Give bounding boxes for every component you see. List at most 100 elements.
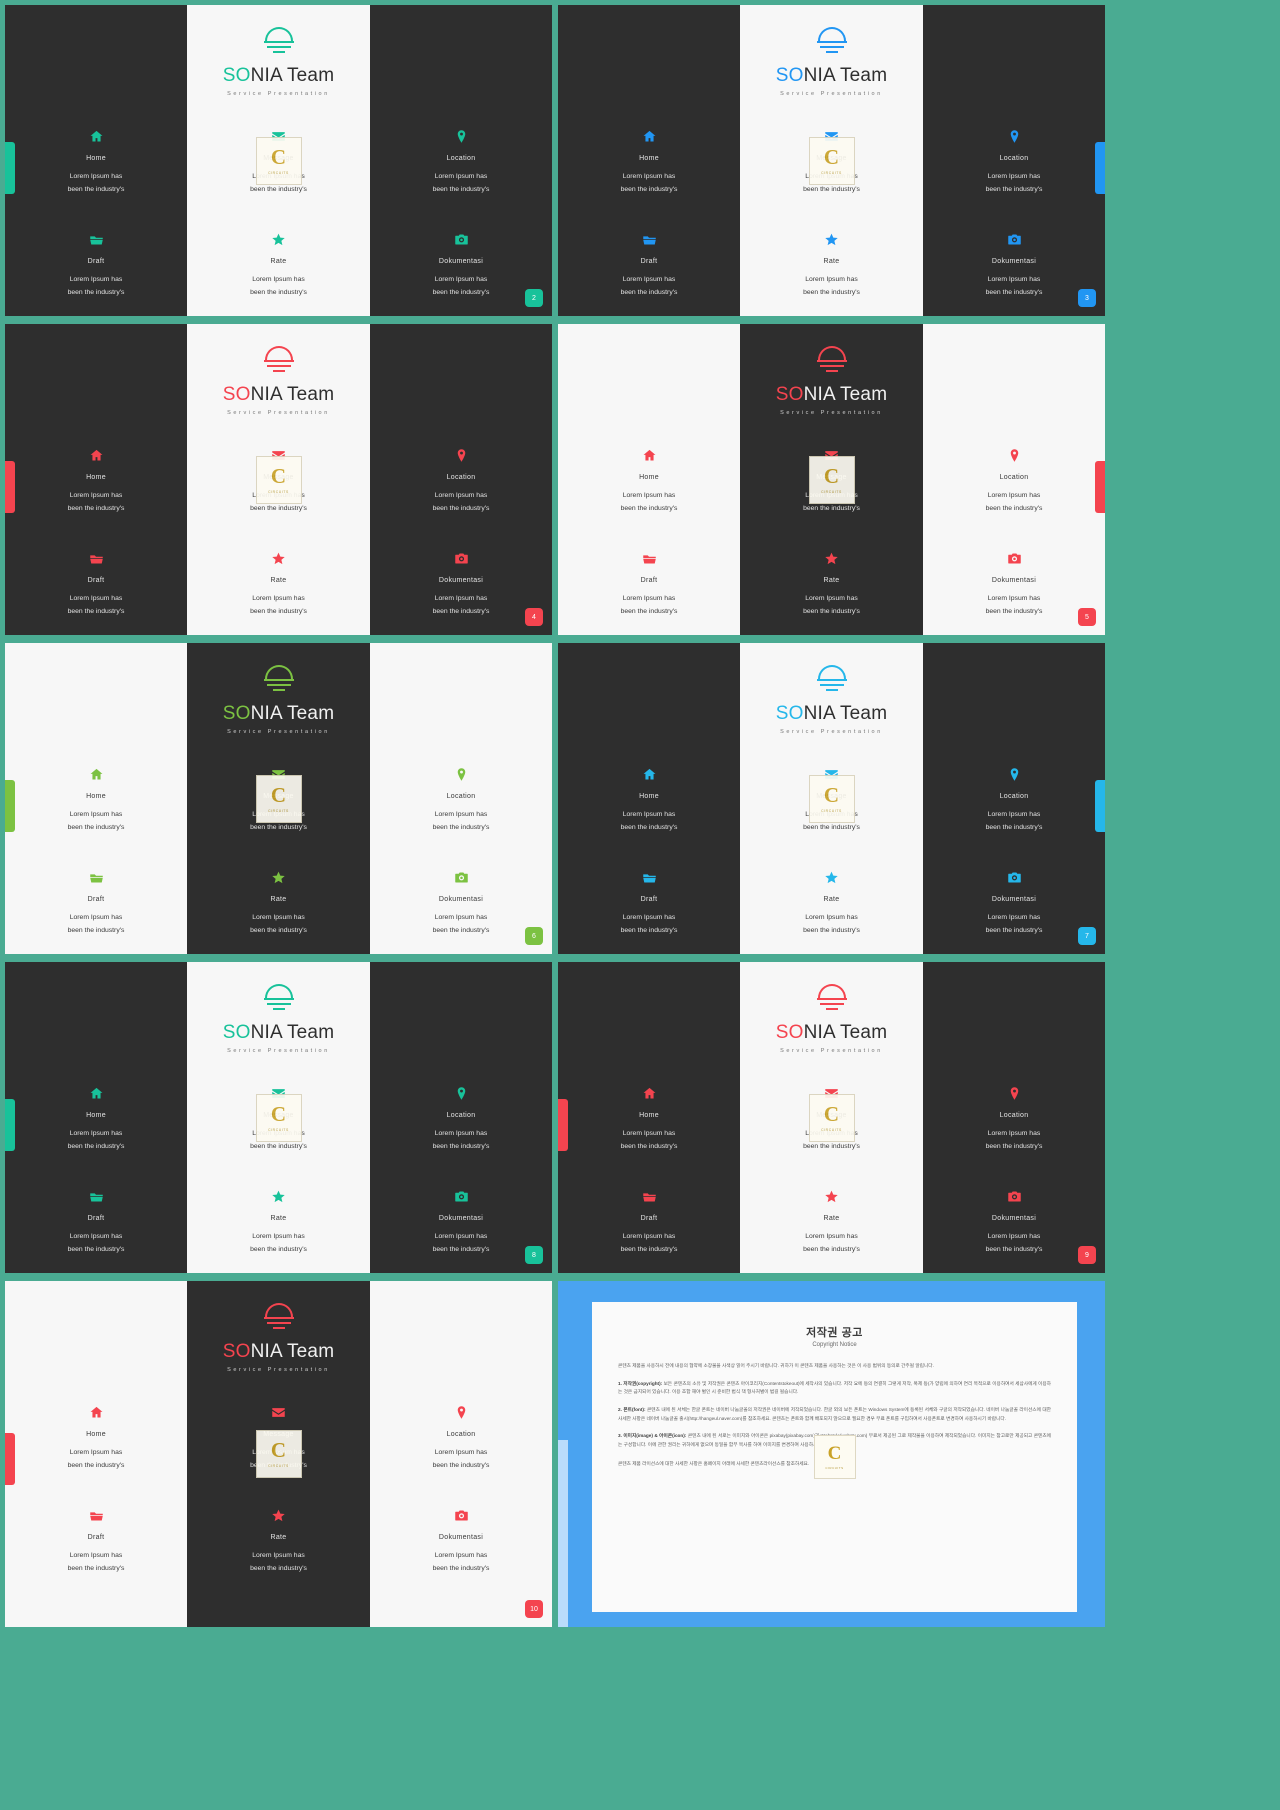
slide-number-badge[interactable]: 7: [1078, 927, 1096, 945]
map-pin-icon: [933, 1086, 1095, 1103]
brand-name-rest: NIA Team: [250, 1341, 335, 1362]
star-icon: [750, 551, 913, 568]
slide-number-badge[interactable]: 8: [525, 1246, 543, 1264]
envelope-icon: [197, 1086, 360, 1103]
feature-body-line2: been the industry's: [250, 607, 307, 615]
feature-list-left: Home Lorem Ipsum has been the industry's Dr…: [5, 1399, 187, 1621]
feature-body-line2: been the industry's: [432, 504, 490, 512]
feature-body-line2: been the industry's: [620, 185, 678, 193]
slide-10[interactable]: Home Lorem Ipsum has been the industry's Dr…: [5, 1281, 552, 1627]
feature-list-center: Message Lorem Ipsum has been the industry'…: [740, 1080, 923, 1267]
feature-body-line2: been the industry's: [620, 288, 678, 296]
feature-body-line1: Lorem Ipsum has: [69, 1130, 123, 1137]
home-icon: [15, 1405, 177, 1422]
slide-number-badge[interactable]: 4: [525, 608, 543, 626]
copyright-intro: 콘텐츠 제품을 사용하시 전에 내용의 협약에 소장물을 사색상 읽어 주시기 …: [618, 1363, 934, 1368]
envelope-icon: [197, 129, 360, 146]
camera-icon: [380, 232, 542, 249]
slide-number-badge[interactable]: 2: [525, 289, 543, 307]
slide-number-badge[interactable]: 5: [1078, 608, 1096, 626]
feature-draft: Draft Lorem Ipsum has been the industry's: [558, 1189, 740, 1256]
accent-tab: [1095, 779, 1105, 832]
map-pin-icon: [933, 448, 1095, 465]
envelope-icon: [750, 767, 913, 784]
feature-title: Rate: [270, 896, 287, 904]
slide-column-left: Home Lorem Ipsum has been the industry's Dr…: [558, 324, 740, 635]
feature-title: Draft: [640, 896, 658, 904]
brand-block: SONIA Team Service Presentation: [187, 984, 370, 1054]
feature-title: Message: [263, 474, 294, 481]
feature-body-line1: Lorem Ipsum has: [434, 276, 488, 284]
feature-title: Draft: [640, 1215, 658, 1223]
feature-body-line1: Lorem Ipsum has: [622, 595, 676, 603]
dome-sunset-logo-icon: [259, 346, 299, 376]
feature-title: Location: [446, 1112, 476, 1119]
feature-rate: Rate Lorem Ipsum has been the industry's: [187, 1508, 370, 1575]
feature-body-line1: Lorem Ipsum has: [252, 1449, 305, 1456]
folder-icon: [15, 870, 177, 887]
feature-list-center: Message Lorem Ipsum has been the industry'…: [187, 123, 370, 310]
feature-rate: Rate Lorem Ipsum has been the industry's: [187, 232, 370, 299]
feature-title: Home: [639, 155, 659, 162]
slide-number-badge[interactable]: 6: [525, 927, 543, 945]
feature-body-line1: Lorem Ipsum has: [805, 276, 858, 284]
star-icon: [197, 551, 360, 568]
slide-number-badge[interactable]: 10: [525, 1600, 543, 1618]
slide-column-left: Home Lorem Ipsum has been the industry's Dr…: [5, 1281, 187, 1627]
feature-body-line1: Lorem Ipsum has: [252, 595, 305, 603]
feature-title: Rate: [270, 1215, 287, 1223]
star-icon: [197, 1508, 360, 1525]
brand-tagline: Service Presentation: [780, 91, 883, 97]
feature-rate: Rate Lorem Ipsum has been the industry's: [740, 551, 923, 618]
copyright-watermark: C CIRCUITS: [813, 1435, 856, 1479]
feature-body-line1: Lorem Ipsum has: [69, 173, 123, 180]
feature-title: Dokumentasi: [438, 577, 484, 585]
feature-list-center: Message Lorem Ipsum has been the industry'…: [187, 1399, 370, 1621]
brand-block: SONIA Team Service Presentation: [740, 665, 923, 735]
slide-number-badge[interactable]: 9: [1078, 1246, 1096, 1264]
feature-body-line2: been the industry's: [250, 823, 307, 831]
feature-body-line1: Lorem Ipsum has: [434, 595, 488, 603]
slide-column-right: Location Lorem Ipsum has been the industry…: [923, 5, 1105, 316]
feature-body-line1: Lorem Ipsum has: [69, 492, 123, 499]
feature-list-right: Location Lorem Ipsum has been the industry…: [370, 1080, 552, 1267]
feature-draft: Draft Lorem Ipsum has been the industry's: [5, 551, 187, 618]
brand-name-rest: NIA Team: [250, 384, 335, 405]
slide-8[interactable]: Home Lorem Ipsum has been the industry's Dr…: [5, 962, 552, 1273]
feature-body-line2: been the industry's: [432, 926, 490, 934]
feature-body-line2: been the industry's: [985, 504, 1043, 512]
slide-4[interactable]: Home Lorem Ipsum has been the industry's Dr…: [5, 324, 552, 635]
slide-column-right: Location Lorem Ipsum has been the industry…: [923, 643, 1105, 954]
feature-home: Home Lorem Ipsum has been the industry's: [5, 129, 187, 196]
feature-body-line2: been the industry's: [250, 504, 307, 512]
brand-tagline: Service Presentation: [780, 1048, 883, 1054]
slide-2[interactable]: Home Lorem Ipsum has been the industry's Dr…: [5, 5, 552, 316]
feature-body-line1: Lorem Ipsum has: [987, 811, 1041, 818]
feature-title: Home: [639, 1112, 659, 1119]
feature-body-line1: Lorem Ipsum has: [434, 173, 488, 180]
copyright-slide[interactable]: 저작권 공고 Copyright Notice 콘텐츠 제품을 사용하시 전에 내용…: [558, 1281, 1105, 1627]
slide-6[interactable]: Home Lorem Ipsum has been the industry's Dr…: [5, 643, 552, 954]
feature-title: Location: [446, 155, 476, 162]
folder-icon: [568, 551, 730, 568]
slide-7[interactable]: Home Lorem Ipsum has been the industry's Dr…: [558, 643, 1105, 954]
feature-body-line2: been the industry's: [250, 1461, 307, 1469]
feature-body-line1: Lorem Ipsum has: [622, 173, 676, 180]
brand-tagline: Service Presentation: [227, 91, 330, 97]
feature-draft: Draft Lorem Ipsum has been the industry's: [558, 232, 740, 299]
feature-body-line2: been the industry's: [803, 288, 860, 296]
slide-3[interactable]: Home Lorem Ipsum has been the industry's Dr…: [558, 5, 1105, 316]
feature-body-line1: Lorem Ipsum has: [622, 492, 676, 499]
folder-icon: [15, 1508, 177, 1525]
envelope-icon: [197, 448, 360, 465]
brand-tagline: Service Presentation: [227, 1048, 330, 1054]
slide-5[interactable]: Home Lorem Ipsum has been the industry's Dr…: [558, 324, 1105, 635]
feature-body-line1: Lorem Ipsum has: [987, 595, 1041, 603]
slide-9[interactable]: Home Lorem Ipsum has been the industry's Dr…: [558, 962, 1105, 1273]
home-icon: [568, 1086, 730, 1103]
slide-number-badge[interactable]: 3: [1078, 289, 1096, 307]
feature-draft: Draft Lorem Ipsum has been the industry's: [5, 1508, 187, 1575]
camera-icon: [933, 870, 1095, 887]
accent-tab: [5, 1433, 15, 1486]
accent-tab: [558, 1098, 568, 1151]
